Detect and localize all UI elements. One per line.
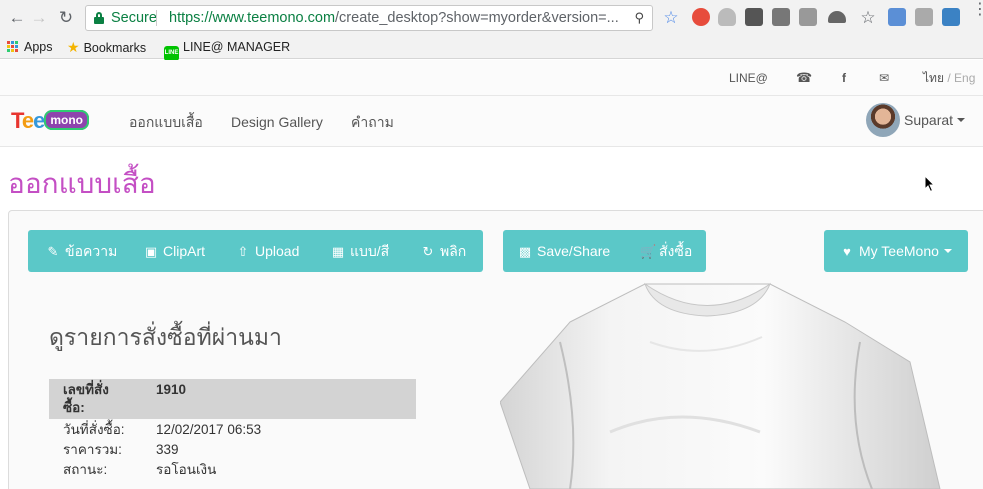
- tshirt-preview: [500, 282, 941, 489]
- text-tool-label: ข้อความ: [65, 243, 118, 259]
- apps-grid-icon: [7, 41, 19, 53]
- line-icon: LINE: [164, 46, 179, 61]
- phone-icon[interactable]: ☎: [796, 70, 812, 86]
- order-button[interactable]: 🛒 สั่งซื้อ: [640, 230, 692, 272]
- order-total-label: ราคารวม:: [63, 442, 122, 457]
- caret-down-icon: [943, 249, 952, 253]
- grid-icon: ▦: [331, 244, 345, 259]
- lang-english[interactable]: Eng: [954, 71, 975, 85]
- url-scheme: https://: [169, 10, 213, 26]
- clipart-label: ClipArt: [163, 243, 206, 259]
- mouse-cursor-icon: [924, 175, 936, 193]
- lock-icon: [94, 12, 104, 24]
- key-icon[interactable]: ⚲: [634, 6, 644, 30]
- order-number-label-line2: ซื้อ:: [63, 400, 85, 415]
- flip-label: พลิก: [440, 243, 467, 259]
- extension-red-icon[interactable]: [692, 8, 710, 26]
- floppy-disk-icon: ▩: [518, 244, 532, 259]
- clipart-button[interactable]: ▣ ClipArt: [144, 230, 205, 272]
- order-history-heading: ดูรายการสั่งซื้อที่ผ่านมา: [49, 324, 282, 350]
- extension-box-icon[interactable]: [799, 8, 817, 26]
- order-date-value: 12/02/2017 06:53: [156, 422, 262, 437]
- save-share-button[interactable]: ▩ Save/Share: [518, 230, 610, 272]
- extension-cloud2-icon[interactable]: [828, 11, 846, 23]
- extension-blue-icon[interactable]: [888, 8, 906, 26]
- nav-faq[interactable]: คำถาม: [351, 113, 394, 131]
- facebook-icon[interactable]: f: [842, 70, 846, 86]
- save-share-label: Save/Share: [537, 243, 611, 259]
- pencil-icon: ✎: [47, 244, 59, 259]
- extension-cloud-icon[interactable]: [718, 8, 736, 26]
- line-at-link[interactable]: LINE@: [729, 70, 768, 86]
- heart-icon: ♥: [843, 244, 851, 259]
- bookmark-line-manager[interactable]: LINE LINE@ MANAGER: [164, 39, 291, 61]
- caret-down-icon: [957, 118, 966, 122]
- extension-pocket-icon[interactable]: [772, 8, 790, 26]
- avatar[interactable]: [866, 103, 900, 137]
- lang-thai[interactable]: ไทย: [923, 71, 944, 85]
- site-utility-bar: LINE@ ☎ f ✉ ไทย / Eng: [0, 60, 983, 96]
- order-date-label: วันที่สั่งซื้อ:: [63, 422, 125, 437]
- bookmark-apps[interactable]: Apps: [7, 39, 53, 55]
- page-title: ออกแบบเสื้อ: [8, 168, 156, 199]
- order-status-value: รอโอนเงิน: [156, 462, 217, 477]
- extension-bulb-icon[interactable]: [745, 8, 763, 26]
- upload-label: Upload: [255, 243, 300, 259]
- browser-toolbar: ← → ↻ Secure https://www.teemono.com/cre…: [0, 0, 983, 35]
- chrome-menu-icon[interactable]: ⋮: [972, 2, 983, 18]
- secure-label: Secure: [111, 10, 157, 26]
- bookmark-star-icon[interactable]: ☆: [660, 7, 682, 29]
- user-menu[interactable]: Suparat: [904, 112, 966, 128]
- bookmark-line-label: LINE@ MANAGER: [183, 40, 291, 54]
- order-label: สั่งซื้อ: [659, 243, 693, 259]
- bookmark-bookmarks[interactable]: ★ Bookmarks: [67, 39, 146, 55]
- upload-button[interactable]: ⇧ Upload: [236, 230, 300, 272]
- picture-icon: ▣: [144, 244, 158, 259]
- url-separator: [156, 10, 157, 26]
- order-total-value: 339: [156, 442, 179, 457]
- order-number-value: 1910: [156, 382, 187, 397]
- back-arrow-icon[interactable]: ←: [6, 7, 28, 29]
- url-text[interactable]: https://www.teemono.com/create_desktop?s…: [169, 6, 624, 30]
- my-teemono-dropdown[interactable]: ♥ My TeeMono: [840, 230, 952, 272]
- teemono-logo[interactable]: Tee mono: [11, 108, 101, 134]
- extension-s-icon[interactable]: [942, 8, 960, 26]
- text-tool-button[interactable]: ✎ ข้อความ: [46, 230, 118, 272]
- envelope-icon[interactable]: ✉: [879, 70, 889, 86]
- address-bar[interactable]: Secure https://www.teemono.com/create_de…: [85, 5, 653, 31]
- lang-separator: /: [947, 71, 951, 85]
- language-switcher[interactable]: ไทย / Eng: [923, 70, 975, 86]
- order-number-label-line1: เลขที่สั่ง: [63, 382, 109, 397]
- reload-icon[interactable]: ↻: [55, 7, 77, 29]
- style-color-label: แบบ/สี: [350, 243, 390, 259]
- bookmark-apps-label: Apps: [24, 40, 53, 54]
- shopping-cart-icon: 🛒: [640, 244, 657, 259]
- order-status-label: สถานะ:: [63, 462, 108, 477]
- style-color-button[interactable]: ▦ แบบ/สี: [331, 230, 389, 272]
- bookmark-bookmarks-label: Bookmarks: [83, 41, 147, 55]
- upload-circle-icon: ⇧: [237, 244, 249, 259]
- my-teemono-label: My TeeMono: [859, 243, 939, 259]
- flip-button[interactable]: ↻ พลิก: [421, 230, 467, 272]
- user-name: Suparat: [904, 112, 954, 128]
- forward-arrow-icon[interactable]: →: [28, 7, 50, 29]
- star-outline-icon[interactable]: ☆: [857, 7, 879, 29]
- refresh-icon: ↻: [422, 244, 434, 259]
- nav-design-shirt[interactable]: ออกแบบเสื้อ: [129, 113, 203, 131]
- extension-gray-icon[interactable]: [915, 8, 933, 26]
- url-path: /create_desktop?show=myorder&version=...: [335, 10, 619, 26]
- url-host: www.teemono.com: [212, 10, 336, 26]
- bookmarks-bar: Apps ★ Bookmarks LINE LINE@ MANAGER: [0, 35, 983, 61]
- nav-design-gallery[interactable]: Design Gallery: [231, 113, 323, 131]
- star-icon: ★: [67, 39, 80, 55]
- main-navbar: Tee mono ออกแบบเสื้อ Design Gallery คำถาม: [0, 96, 983, 147]
